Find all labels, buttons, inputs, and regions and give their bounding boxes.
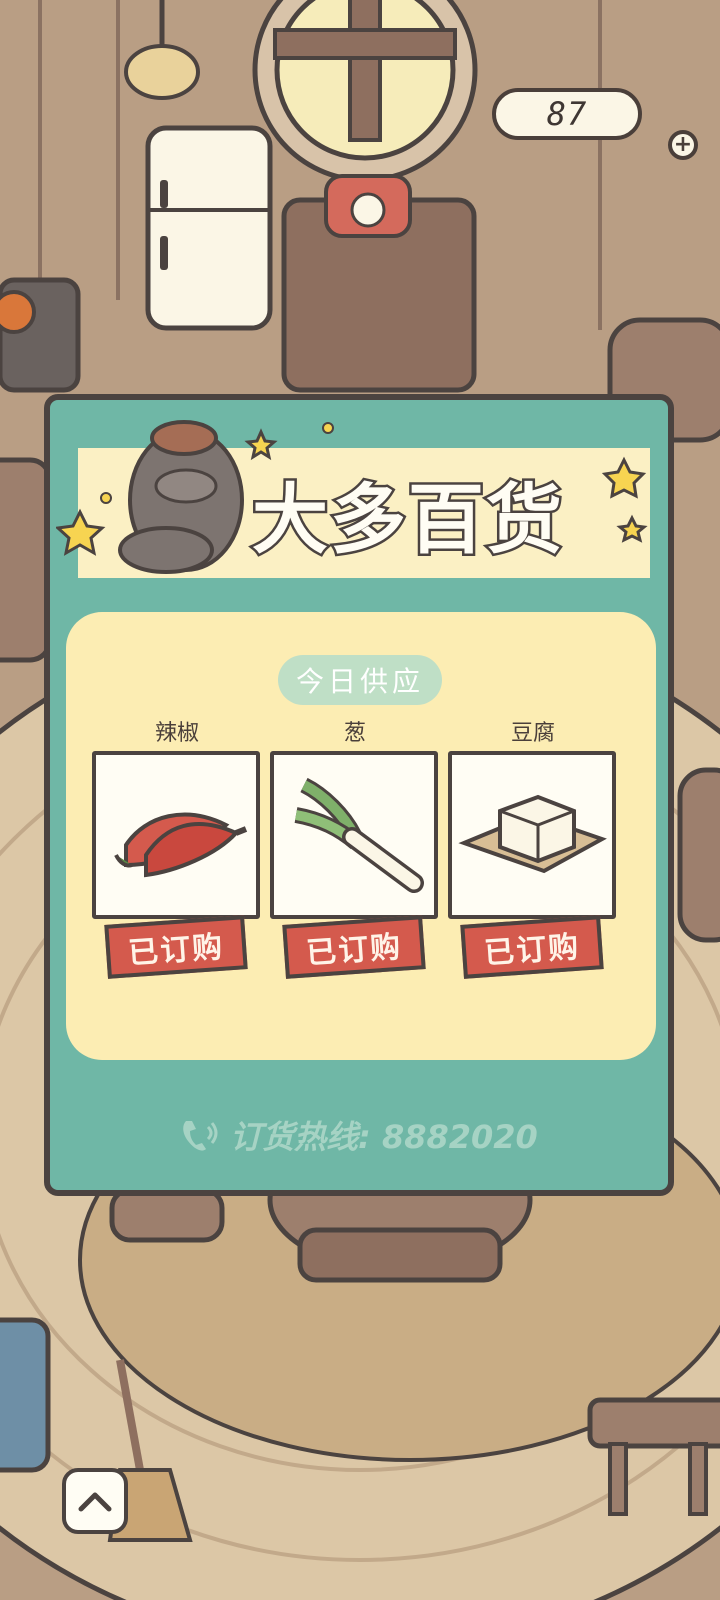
item-name-tofu: 豆腐 (510, 721, 555, 746)
tofu-icon (458, 794, 607, 874)
item-card-green-onion[interactable] (270, 751, 438, 919)
hotline-text: 订货热线: 8882020 (230, 1118, 538, 1156)
item-card-chili[interactable] (92, 751, 260, 919)
item-name-green-onion: 葱 (343, 721, 366, 746)
phone-icon (183, 1121, 218, 1151)
ordered-tag-chili: 已订购 (104, 915, 248, 979)
chevron-up-icon (78, 1492, 112, 1512)
daily-supply-label: 今日供应 (278, 655, 442, 705)
hippo-mascot-icon (118, 420, 244, 574)
coin-counter: 87 (492, 88, 642, 140)
chili-pepper-icon (114, 812, 248, 878)
green-onion-icon (294, 777, 424, 893)
item-name-chili: 辣椒 (154, 721, 199, 746)
plus-icon: + (673, 132, 693, 157)
coin-count: 87 (546, 95, 588, 133)
shop-title: 大多百货 (250, 473, 565, 567)
add-coins-button[interactable]: + (668, 130, 698, 160)
ordered-tag-green-onion: 已订购 (282, 915, 426, 979)
ordered-tag-tofu: 已订购 (460, 915, 604, 979)
expand-menu-button[interactable] (62, 1468, 128, 1534)
item-card-tofu[interactable] (448, 751, 616, 919)
order-hotline: 订货热线: 8882020 (178, 1112, 538, 1158)
